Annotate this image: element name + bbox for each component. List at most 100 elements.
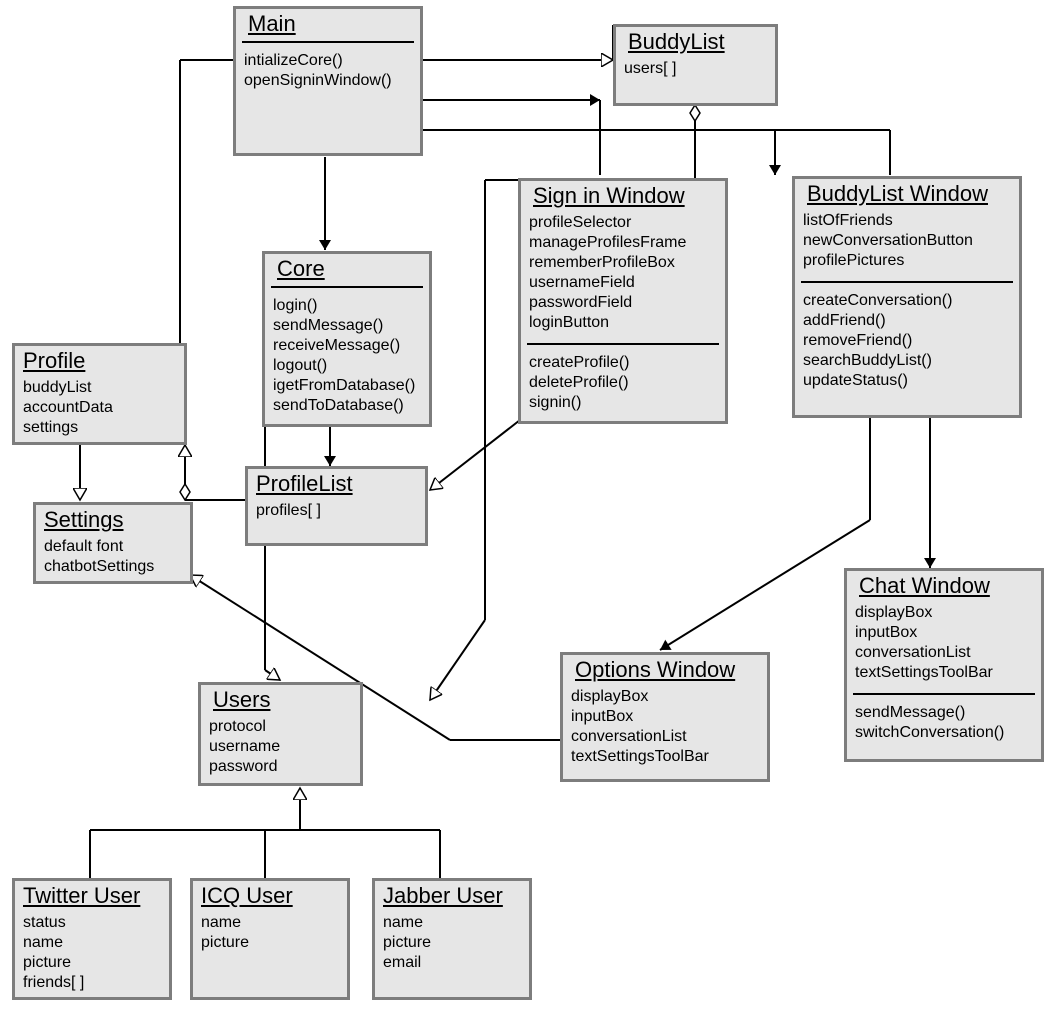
class-attrs: name picture email xyxy=(375,909,529,979)
class-title: Twitter User xyxy=(15,881,169,909)
attr: rememberProfileBox xyxy=(529,253,717,273)
class-title: Sign in Window xyxy=(521,181,725,209)
class-twitter-user: Twitter User status name picture friends… xyxy=(12,878,172,1000)
attr: passwordField xyxy=(529,293,717,313)
op: deleteProfile() xyxy=(529,373,717,393)
class-ops: login() sendMessage() receiveMessage() l… xyxy=(265,292,429,422)
attr: email xyxy=(383,953,521,973)
class-buddylist: BuddyList users[ ] xyxy=(613,24,778,106)
op: login() xyxy=(273,296,421,316)
class-ops: createProfile() deleteProfile() signin() xyxy=(521,349,725,419)
class-profile: Profile buddyList accountData settings xyxy=(12,343,187,445)
class-attrs: buddyList accountData settings xyxy=(15,374,184,444)
op: removeFriend() xyxy=(803,331,1011,351)
attr: profilePictures xyxy=(803,251,1011,271)
op: createProfile() xyxy=(529,353,717,373)
op: intializeCore() xyxy=(244,51,412,71)
attr: username xyxy=(209,737,352,757)
class-profilelist: ProfileList profiles[ ] xyxy=(245,466,428,546)
attr: picture xyxy=(383,933,521,953)
attr: inputBox xyxy=(855,623,1033,643)
attr: name xyxy=(201,913,339,933)
class-ops: createConversation() addFriend() removeF… xyxy=(795,287,1019,397)
attr: textSettingsToolBar xyxy=(571,747,759,767)
class-title: Chat Window xyxy=(847,571,1041,599)
attr: newConversationButton xyxy=(803,231,1011,251)
attr: name xyxy=(23,933,161,953)
attr: default font xyxy=(44,537,182,557)
attr: password xyxy=(209,757,352,777)
op: sendMessage() xyxy=(855,703,1033,723)
attr: users[ ] xyxy=(624,59,767,79)
class-title: Options Window xyxy=(563,655,767,683)
class-attrs: displayBox inputBox conversationList tex… xyxy=(563,683,767,773)
class-attrs: name picture xyxy=(193,909,347,959)
attr: profileSelector xyxy=(529,213,717,233)
class-signin-window: Sign in Window profileSelector managePro… xyxy=(518,178,728,424)
class-title: Profile xyxy=(15,346,184,374)
class-ops: intializeCore() openSigninWindow() xyxy=(236,47,420,97)
class-title: ProfileList xyxy=(248,469,425,497)
attr: displayBox xyxy=(855,603,1033,623)
attr: status xyxy=(23,913,161,933)
attr: usernameField xyxy=(529,273,717,293)
attr: conversationList xyxy=(855,643,1033,663)
uml-diagram-canvas: Main intializeCore() openSigninWindow() … xyxy=(0,0,1055,1016)
class-title: BuddyList Window xyxy=(795,179,1019,207)
attr: friends[ ] xyxy=(23,973,161,993)
class-title: Users xyxy=(201,685,360,713)
class-jabber-user: Jabber User name picture email xyxy=(372,878,532,1000)
attr: displayBox xyxy=(571,687,759,707)
class-attrs: profileSelector manageProfilesFrame reme… xyxy=(521,209,725,339)
class-title: ICQ User xyxy=(193,881,347,909)
op: sendToDatabase() xyxy=(273,396,421,416)
class-attrs: profiles[ ] xyxy=(248,497,425,527)
op: sendMessage() xyxy=(273,316,421,336)
class-chat-window: Chat Window displayBox inputBox conversa… xyxy=(844,568,1044,762)
attr: profiles[ ] xyxy=(256,501,417,521)
attr: conversationList xyxy=(571,727,759,747)
attr: inputBox xyxy=(571,707,759,727)
op: addFriend() xyxy=(803,311,1011,331)
class-attrs: protocol username password xyxy=(201,713,360,783)
class-main: Main intializeCore() openSigninWindow() xyxy=(233,6,423,156)
attr: name xyxy=(383,913,521,933)
class-attrs: default font chatbotSettings xyxy=(36,533,190,583)
op: igetFromDatabase() xyxy=(273,376,421,396)
class-users: Users protocol username password xyxy=(198,682,363,786)
attr: picture xyxy=(201,933,339,953)
attr: listOfFriends xyxy=(803,211,1011,231)
class-title: Jabber User xyxy=(375,881,529,909)
class-title: Settings xyxy=(36,505,190,533)
op: createConversation() xyxy=(803,291,1011,311)
attr: manageProfilesFrame xyxy=(529,233,717,253)
class-title: Main xyxy=(236,9,420,37)
attr: buddyList xyxy=(23,378,176,398)
class-core: Core login() sendMessage() receiveMessag… xyxy=(262,251,432,427)
class-ops: sendMessage() switchConversation() xyxy=(847,699,1041,749)
op: searchBuddyList() xyxy=(803,351,1011,371)
op: updateStatus() xyxy=(803,371,1011,391)
op: switchConversation() xyxy=(855,723,1033,743)
class-buddylist-window: BuddyList Window listOfFriends newConver… xyxy=(792,176,1022,418)
class-title: Core xyxy=(265,254,429,282)
op: openSigninWindow() xyxy=(244,71,412,91)
class-attrs: users[ ] xyxy=(616,55,775,85)
class-icq-user: ICQ User name picture xyxy=(190,878,350,1000)
attr: chatbotSettings xyxy=(44,557,182,577)
class-attrs: status name picture friends[ ] xyxy=(15,909,169,999)
class-settings: Settings default font chatbotSettings xyxy=(33,502,193,584)
class-options-window: Options Window displayBox inputBox conve… xyxy=(560,652,770,782)
attr: settings xyxy=(23,418,176,438)
attr: loginButton xyxy=(529,313,717,333)
op: logout() xyxy=(273,356,421,376)
op: signin() xyxy=(529,393,717,413)
attr: protocol xyxy=(209,717,352,737)
class-attrs: displayBox inputBox conversationList tex… xyxy=(847,599,1041,689)
attr: accountData xyxy=(23,398,176,418)
attr: picture xyxy=(23,953,161,973)
op: receiveMessage() xyxy=(273,336,421,356)
class-attrs: listOfFriends newConversationButton prof… xyxy=(795,207,1019,277)
class-title: BuddyList xyxy=(616,27,775,55)
attr: textSettingsToolBar xyxy=(855,663,1033,683)
